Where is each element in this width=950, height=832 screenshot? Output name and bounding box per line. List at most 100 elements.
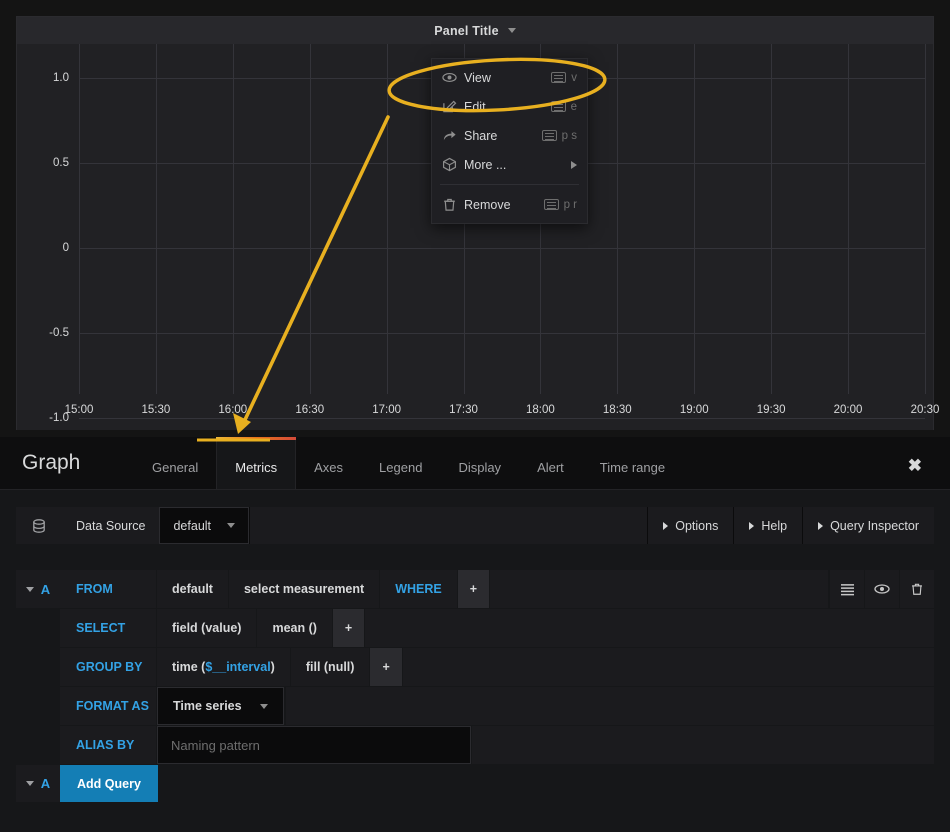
keyboard-icon <box>543 199 559 210</box>
from-label: FROM <box>60 570 156 608</box>
share-arrow-icon <box>442 128 464 143</box>
add-groupby-button[interactable]: + <box>370 648 402 686</box>
add-select-button[interactable]: + <box>332 609 365 647</box>
options-label: Options <box>675 518 719 533</box>
add-query-row: A Add Query <box>16 765 934 802</box>
add-query-button[interactable]: Add Query <box>60 765 158 802</box>
x-tick: 20:30 <box>910 404 940 416</box>
groupby-fill-segment[interactable]: fill (null) <box>290 648 370 686</box>
format-as-value: Time series <box>173 699 242 713</box>
add-where-button[interactable]: + <box>457 570 490 608</box>
menu-item-view[interactable]: View v <box>432 63 587 92</box>
row-indent <box>16 609 60 647</box>
menu-shortcut: v <box>551 72 577 84</box>
y-tick: 0 <box>62 242 69 254</box>
chevron-down-icon <box>25 781 34 786</box>
eye-icon <box>442 70 464 85</box>
menu-item-label: More ... <box>464 157 507 172</box>
query-row-from: A FROM default select measurement WHERE … <box>16 570 934 608</box>
y-tick: 1.0 <box>53 72 69 84</box>
x-tick: 19:30 <box>756 404 786 416</box>
tab-general[interactable]: General <box>134 437 216 489</box>
shortcut-key: v <box>571 71 577 84</box>
datasource-filler <box>250 507 648 544</box>
graph-panel: Panel Title 1.0 0.5 0 -0.5 -1.0 15:00 15… <box>16 16 939 430</box>
chevron-right-icon <box>749 521 755 530</box>
chevron-down-icon[interactable] <box>507 28 516 33</box>
keyboard-icon <box>551 72 567 83</box>
row-filler <box>472 726 934 764</box>
datasource-select[interactable]: default <box>159 507 250 544</box>
x-tick: 16:00 <box>218 404 248 416</box>
menu-item-share[interactable]: Share p s <box>432 121 587 150</box>
groupby-time-prefix: time ( <box>172 660 206 674</box>
help-button[interactable]: Help <box>734 507 803 544</box>
query-remove-trash-icon[interactable] <box>900 570 934 608</box>
alias-by-label: ALIAS BY <box>60 726 156 764</box>
chevron-down-icon <box>259 703 268 709</box>
query-inspector-label: Query Inspector <box>830 518 919 533</box>
keyboard-icon <box>550 101 566 112</box>
add-query-letter: A <box>40 776 51 791</box>
options-button[interactable]: Options <box>648 507 734 544</box>
groupby-time-suffix: ) <box>270 660 275 674</box>
menu-item-more[interactable]: More ... <box>432 150 587 179</box>
tab-metrics[interactable]: Metrics <box>216 437 297 489</box>
query-hide-eye-icon[interactable] <box>865 570 899 608</box>
x-tick: 17:00 <box>372 404 401 416</box>
select-function-segment[interactable]: mean () <box>257 609 332 647</box>
trash-icon <box>442 197 464 212</box>
panel-title[interactable]: Panel Title <box>434 24 499 38</box>
query-row-alias: ALIAS BY Naming pattern <box>16 726 934 764</box>
keyboard-icon <box>541 130 557 141</box>
y-tick: -0.5 <box>49 327 69 339</box>
database-icon <box>16 507 62 544</box>
query-letter: A <box>40 581 51 597</box>
alias-by-input[interactable]: Naming pattern <box>157 726 471 764</box>
x-tick: 18:30 <box>602 404 632 416</box>
shortcut-key: p s <box>561 129 577 142</box>
editor-tabbar: Graph General Metrics Axes Legend Displa… <box>0 437 950 490</box>
menu-item-edit[interactable]: Edit e <box>432 92 587 121</box>
query-editor: A FROM default select measurement WHERE … <box>16 570 934 802</box>
datasource-value: default <box>173 518 212 533</box>
menu-divider <box>440 184 579 185</box>
menu-item-label: View <box>464 70 491 85</box>
menu-shortcut: e <box>550 100 577 113</box>
chevron-right-icon <box>818 521 824 530</box>
x-tick: 18:00 <box>526 404 555 416</box>
help-label: Help <box>761 518 788 533</box>
cube-icon <box>442 157 464 172</box>
close-icon[interactable]: ✖ <box>908 456 922 476</box>
from-policy-select[interactable]: default <box>157 570 228 608</box>
chevron-right-icon <box>663 521 669 530</box>
query-inspector-button[interactable]: Query Inspector <box>803 507 934 544</box>
row-filler <box>285 687 934 725</box>
select-field-segment[interactable]: field (value) <box>157 609 257 647</box>
menu-shortcut: p r <box>543 199 577 211</box>
from-measurement-select[interactable]: select measurement <box>228 570 380 608</box>
query-text-mode-icon[interactable] <box>830 570 864 608</box>
menu-item-label: Remove <box>464 197 511 212</box>
panel-header[interactable]: Panel Title <box>17 17 933 44</box>
shortcut-key: e <box>570 100 577 113</box>
tab-time-range[interactable]: Time range <box>582 437 683 489</box>
menu-item-remove[interactable]: Remove p r <box>432 190 587 219</box>
row-filler <box>365 609 934 647</box>
tab-display[interactable]: Display <box>440 437 519 489</box>
query-row-actions <box>829 570 934 608</box>
add-query-toggle[interactable]: A <box>16 765 60 802</box>
query-collapse-toggle[interactable]: A <box>16 570 60 608</box>
panel-context-menu: View v Edit e Share p s More ... Remove … <box>431 58 588 224</box>
tab-legend[interactable]: Legend <box>361 437 440 489</box>
menu-shortcut: p s <box>541 129 577 142</box>
x-tick: 19:00 <box>679 404 709 416</box>
groupby-time-variable: $__interval <box>205 660 271 674</box>
y-tick: 0.5 <box>53 157 69 169</box>
query-row-groupby: GROUP BY time ($__interval) fill (null) … <box>16 648 934 686</box>
pencil-square-icon <box>442 99 464 114</box>
groupby-time-segment[interactable]: time ($__interval) <box>157 648 290 686</box>
format-as-select[interactable]: Time series <box>157 687 284 725</box>
tab-axes[interactable]: Axes <box>296 437 361 489</box>
tab-alert[interactable]: Alert <box>519 437 582 489</box>
